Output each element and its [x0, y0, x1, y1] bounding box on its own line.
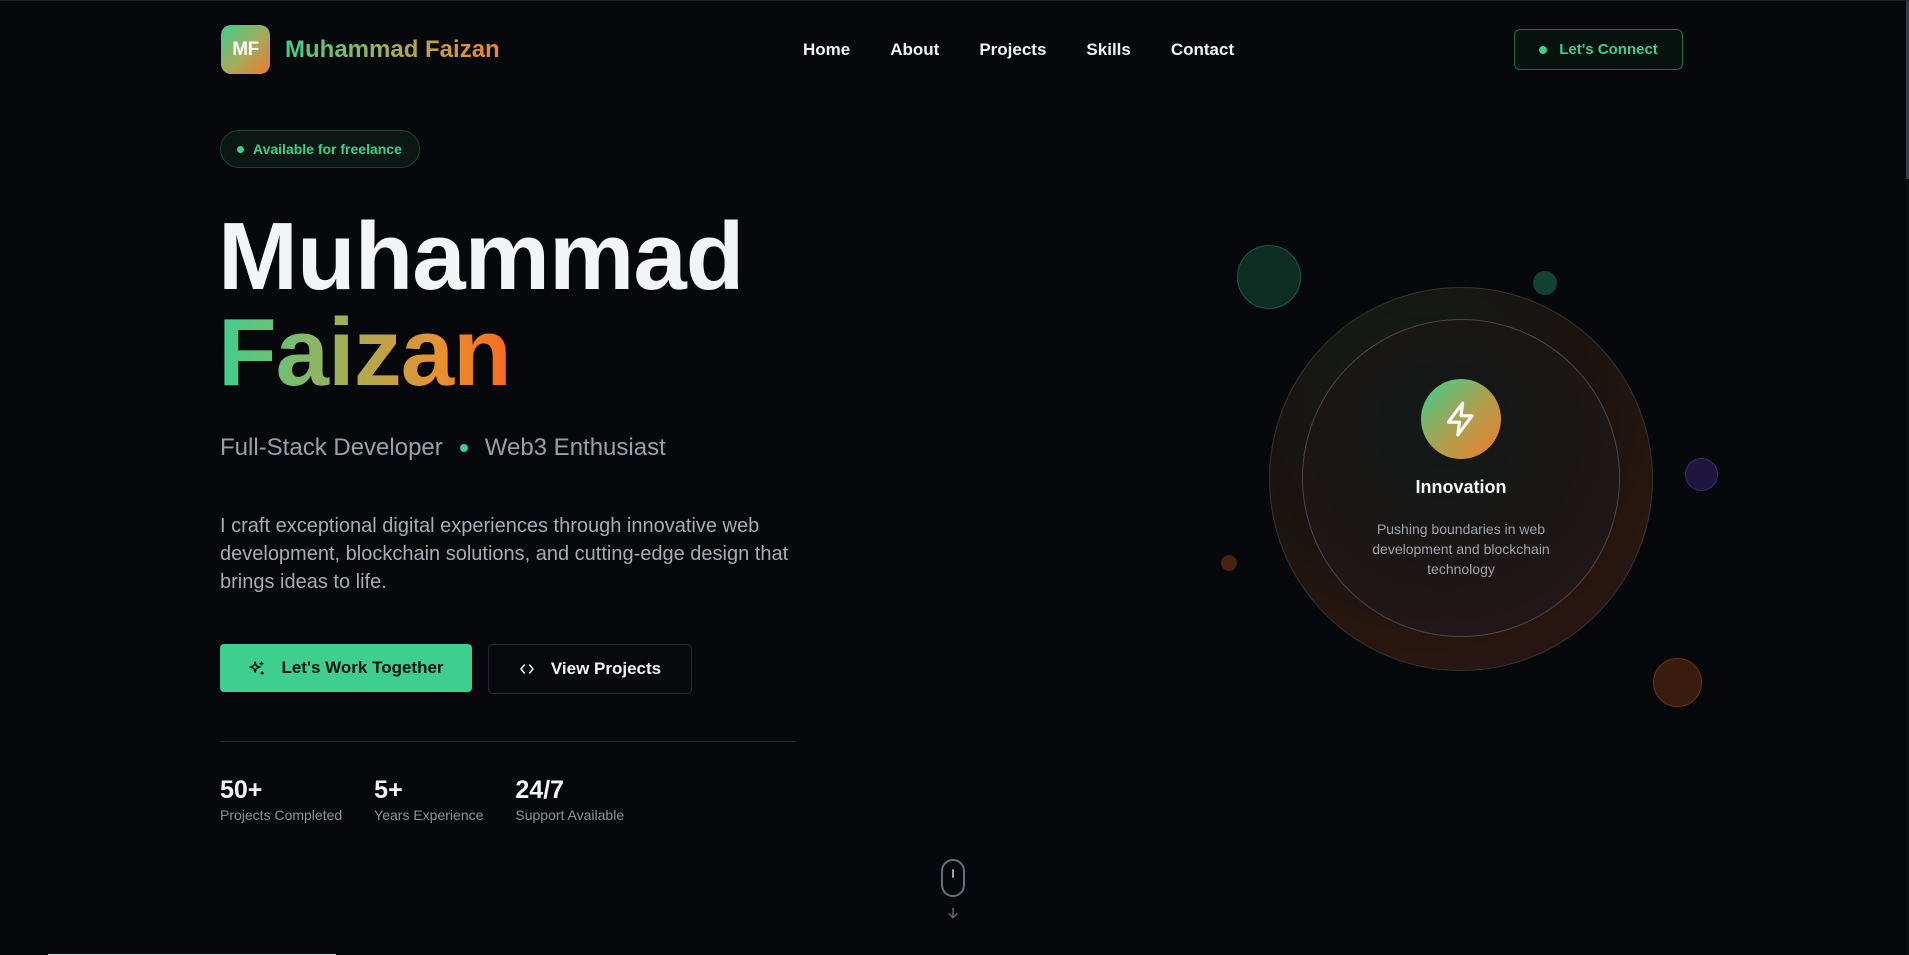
availability-label: Available for freelance: [253, 141, 402, 157]
lets-connect-button[interactable]: Let's Connect: [1514, 29, 1683, 70]
hero-last-name: Faizan: [218, 299, 512, 406]
innovation-description: Pushing boundaries in web development an…: [1372, 521, 1550, 577]
page: MF Muhammad Faizan Home About Projects S…: [0, 0, 1909, 955]
role-secondary: Web3 Enthusiast: [484, 434, 666, 461]
logo-text: Muhammad Faizan: [285, 35, 500, 63]
stats: 50+ Projects Completed 5+ Years Experien…: [220, 775, 656, 823]
role-primary: Full-Stack Developer: [220, 434, 443, 461]
innovation-title: Innovation: [1415, 477, 1507, 497]
hero-name: Muhammad Faizan: [218, 203, 744, 406]
decor-bubble: [1221, 555, 1237, 571]
availability-badge: Available for freelance: [220, 130, 420, 168]
decor-bubble: [1237, 245, 1301, 309]
logo-badge: MF: [221, 25, 270, 74]
decor-bubble: [1533, 271, 1557, 295]
mouse-wheel: [952, 869, 954, 878]
logo[interactable]: MF Muhammad Faizan: [221, 25, 500, 74]
work-together-button[interactable]: Let's Work Together: [220, 644, 472, 692]
code-icon: [520, 664, 534, 674]
sparkles-icon: [249, 660, 265, 675]
view-projects-button[interactable]: View Projects: [488, 644, 692, 694]
stat-support: 24/7 Support Available: [515, 775, 624, 823]
nav-link-about[interactable]: About: [890, 40, 939, 60]
nav-link-projects[interactable]: Projects: [979, 40, 1046, 60]
top-nav: MF Muhammad Faizan Home About Projects S…: [0, 1, 1909, 98]
stat-label: Years Experience: [374, 807, 484, 823]
role-line: Full-Stack Developer Web3 Enthusiast: [220, 434, 666, 462]
decor-bubble: [1685, 458, 1718, 491]
lightning-icon: [1421, 379, 1501, 459]
work-together-label: Let's Work Together: [281, 658, 444, 677]
nav-links: Home About Projects Skills Contact: [803, 40, 1234, 60]
stat-value: 50+: [220, 776, 263, 804]
role-separator-dot-icon: [459, 444, 468, 452]
view-projects-label: View Projects: [550, 659, 662, 678]
scroll-mouse-icon[interactable]: [941, 859, 965, 897]
nav-link-home[interactable]: Home: [803, 40, 850, 60]
stat-label: Support Available: [515, 807, 625, 823]
stat-projects: 50+ Projects Completed: [220, 775, 342, 823]
nav-link-contact[interactable]: Contact: [1171, 40, 1234, 60]
hero-first-name: Muhammad: [218, 203, 744, 310]
lets-connect-label: Let's Connect: [1559, 41, 1658, 58]
stats-divider: [220, 741, 796, 742]
nav-link-skills[interactable]: Skills: [1086, 40, 1130, 60]
arrow-down-icon: [948, 907, 958, 919]
stat-experience: 5+ Years Experience: [374, 775, 483, 823]
hero-description: I craft exceptional digital experiences …: [220, 515, 789, 593]
stat-value: 5+: [374, 776, 403, 804]
status-dot-icon: [1539, 45, 1548, 54]
stat-value: 24/7: [515, 776, 565, 804]
decor-bubble: [1653, 658, 1702, 707]
availability-dot-icon: [237, 145, 244, 153]
stat-label: Projects Completed: [220, 807, 343, 823]
